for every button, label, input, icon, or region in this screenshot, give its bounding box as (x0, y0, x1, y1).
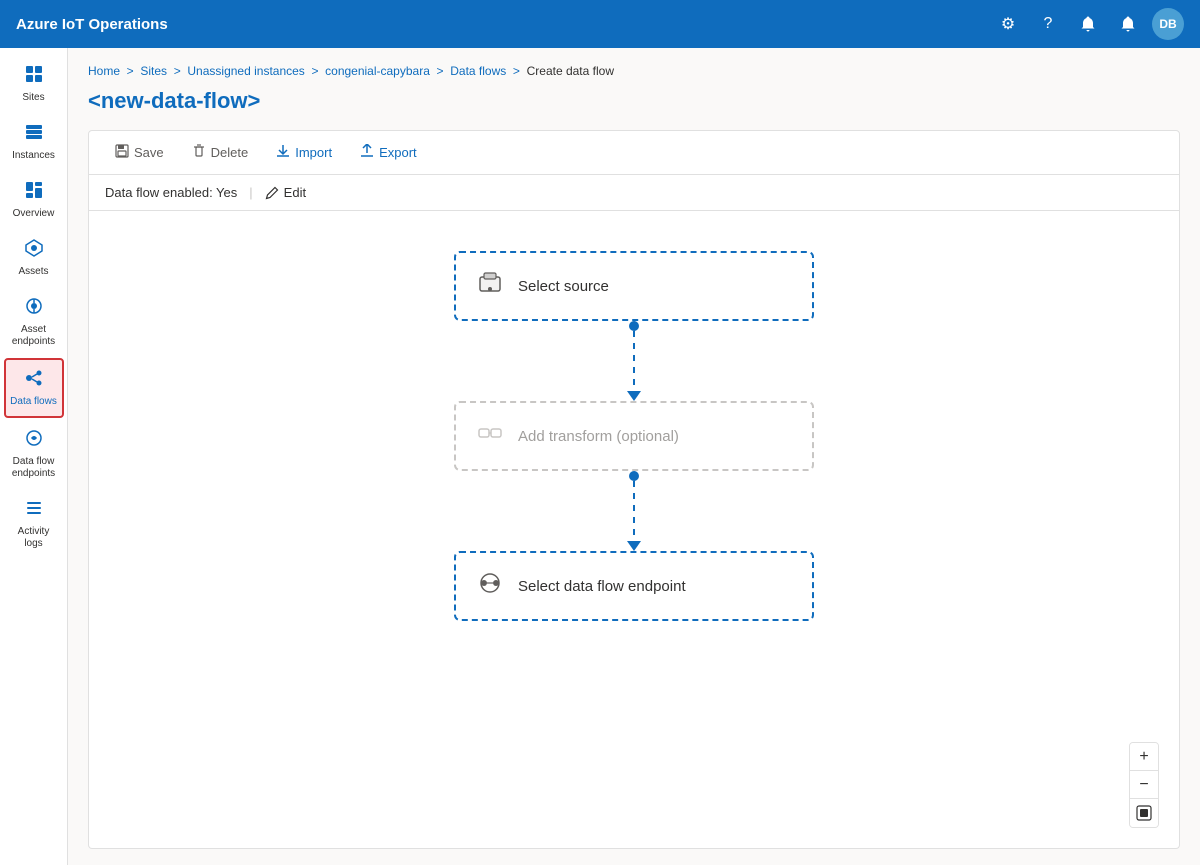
breadcrumb-unassigned[interactable]: Unassigned instances (187, 64, 304, 78)
topbar: Azure IoT Operations ⚙ ? DB (0, 0, 1200, 48)
source-label: Select source (518, 278, 609, 295)
transform-label: Add transform (optional) (518, 428, 679, 445)
breadcrumb-home[interactable]: Home (88, 64, 120, 78)
sidebar-item-assets[interactable]: Assets (4, 230, 64, 286)
breadcrumb-sites[interactable]: Sites (140, 64, 167, 78)
alert-icon[interactable] (1072, 8, 1104, 40)
sidebar-item-activity-logs[interactable]: Activity logs (4, 490, 64, 558)
sidebar: Sites Instances Overview Assets (0, 48, 68, 865)
import-button[interactable]: Import (266, 139, 342, 166)
endpoint-icon (476, 569, 504, 603)
help-icon[interactable]: ? (1032, 8, 1064, 40)
transform-node[interactable]: Add transform (optional) (454, 401, 814, 471)
page-title: <new-data-flow> (88, 88, 1180, 114)
connector-dot-1 (629, 321, 639, 331)
instances-icon (24, 122, 44, 147)
zoom-in-button[interactable]: + (1130, 743, 1158, 771)
flow-canvas[interactable]: Select source Add transform (optional) (89, 211, 1179, 848)
sidebar-asset-endpoints-label: Asset endpoints (8, 324, 60, 348)
connector-arrow-1 (627, 391, 641, 401)
status-bar: Data flow enabled: Yes | Edit (89, 175, 1179, 211)
export-icon (360, 144, 374, 161)
assets-icon (24, 238, 44, 263)
data-flow-endpoints-icon (24, 428, 44, 453)
sidebar-item-data-flows[interactable]: Data flows (4, 358, 64, 418)
connector-dot-2 (629, 471, 639, 481)
status-label: Data flow enabled: Yes (105, 185, 237, 200)
sidebar-assets-label: Assets (18, 266, 48, 278)
overview-icon (24, 180, 44, 205)
toolbar: Save Delete Import Export (88, 130, 1180, 175)
sidebar-sites-label: Sites (22, 92, 44, 104)
edit-button[interactable]: Edit (265, 185, 306, 200)
connector-arrow-2 (627, 541, 641, 551)
transform-icon (476, 419, 504, 453)
connector-line-1 (633, 331, 635, 391)
delete-button[interactable]: Delete (182, 139, 259, 166)
delete-icon (192, 144, 206, 161)
connector-line-2 (633, 481, 635, 541)
connector-1 (627, 321, 641, 401)
sidebar-item-overview[interactable]: Overview (4, 172, 64, 228)
zoom-out-button[interactable]: − (1130, 771, 1158, 799)
source-icon (476, 269, 504, 303)
flow-diagram: Select source Add transform (optional) (454, 251, 814, 621)
export-button[interactable]: Export (350, 139, 427, 166)
import-icon (276, 144, 290, 161)
connector-2 (627, 471, 641, 551)
breadcrumb-current: Create data flow (527, 64, 614, 78)
source-node[interactable]: Select source (454, 251, 814, 321)
endpoint-node[interactable]: Select data flow endpoint (454, 551, 814, 621)
breadcrumb: Home > Sites > Unassigned instances > co… (88, 64, 1180, 78)
main-layout: Sites Instances Overview Assets (0, 48, 1200, 865)
zoom-reset-button[interactable] (1130, 799, 1158, 827)
sidebar-item-data-flow-endpoints[interactable]: Data flow endpoints (4, 420, 64, 488)
topbar-icons: ⚙ ? DB (992, 8, 1184, 40)
content-area: Home > Sites > Unassigned instances > co… (68, 48, 1200, 865)
sidebar-item-instances[interactable]: Instances (4, 114, 64, 170)
sites-icon (24, 64, 44, 89)
save-button[interactable]: Save (105, 139, 174, 166)
sidebar-overview-label: Overview (13, 208, 55, 220)
sidebar-item-asset-endpoints[interactable]: Asset endpoints (4, 288, 64, 356)
sidebar-item-sites[interactable]: Sites (4, 56, 64, 112)
breadcrumb-data-flows[interactable]: Data flows (450, 64, 506, 78)
sidebar-instances-label: Instances (12, 150, 55, 162)
sidebar-data-flows-label: Data flows (10, 396, 57, 408)
sidebar-activity-logs-label: Activity logs (8, 526, 60, 550)
save-icon (115, 144, 129, 161)
flow-container: Data flow enabled: Yes | Edit Select sou… (88, 175, 1180, 849)
user-avatar[interactable]: DB (1152, 8, 1184, 40)
breadcrumb-instance[interactable]: congenial-capybara (325, 64, 430, 78)
zoom-controls: + − (1129, 742, 1159, 828)
sidebar-data-flow-endpoints-label: Data flow endpoints (8, 456, 60, 480)
asset-endpoints-icon (24, 296, 44, 321)
status-divider: | (249, 185, 252, 200)
endpoint-label: Select data flow endpoint (518, 578, 686, 595)
activity-logs-icon (24, 498, 44, 523)
app-title: Azure IoT Operations (16, 16, 992, 33)
notification-icon[interactable] (1112, 8, 1144, 40)
settings-icon[interactable]: ⚙ (992, 8, 1024, 40)
data-flows-icon (24, 368, 44, 393)
